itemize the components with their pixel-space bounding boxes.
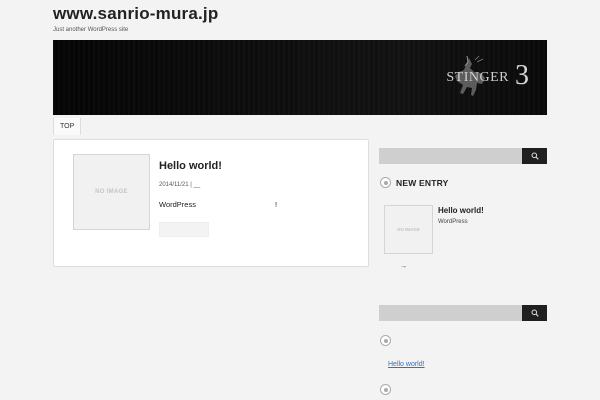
circle-bullet-icon [380,384,391,395]
banner-logo-text: STINGER [446,70,509,85]
site-tagline: Just another WordPress site [53,27,129,33]
banner-logo-number: 3 [515,60,529,91]
post-excerpt-end: ! [275,200,278,209]
search-button-bottom[interactable] [522,305,547,321]
new-entry-title: NEW ENTRY [396,177,449,188]
post-excerpt: WordPress [159,200,196,209]
search-input-bottom[interactable] [379,305,522,321]
site-title[interactable]: www.sanrio-mura.jp [53,4,218,24]
new-entry-thumbnail[interactable]: NO IMAGE [384,205,433,254]
main-nav: TOP [53,118,82,135]
circle-bullet-icon [380,177,391,188]
recent-post-link[interactable]: Hello world! [388,361,425,368]
header-banner[interactable]: STINGER 3 [53,40,547,115]
sidebar-search-bottom [379,305,547,321]
new-entry-item-excerpt: WordPress [438,219,468,225]
circle-bullet-icon [380,335,391,346]
stinger-logo: STINGER 3 [431,52,531,104]
search-icon [531,309,539,317]
archive-heading [380,384,396,395]
recent-posts-heading [380,335,396,346]
post-title[interactable]: Hello world! [159,160,222,172]
post-card: NO IMAGE Hello world! 2014/11/21 | __ Wo… [53,139,369,267]
post-meta: 2014/11/21 | __ [159,182,201,188]
sidebar-search-top [379,148,547,164]
new-entry-item-title[interactable]: Hello world! [438,206,484,215]
new-entry-more-arrow[interactable]: → [400,263,407,270]
nav-item-top[interactable]: TOP [54,118,82,135]
read-more-button[interactable] [159,222,209,237]
search-icon [531,152,539,160]
post-thumbnail[interactable]: NO IMAGE [73,154,150,230]
new-entry-heading: NEW ENTRY [380,177,449,188]
search-button-top[interactable] [522,148,547,164]
search-input-top[interactable] [379,148,522,164]
